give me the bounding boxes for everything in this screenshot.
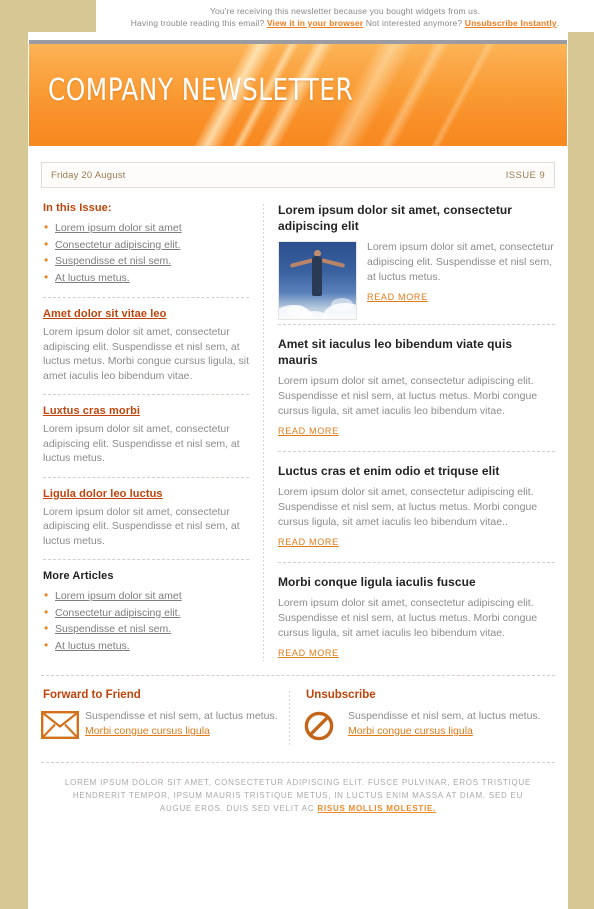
read-more-link[interactable]: READ MORE <box>278 648 339 658</box>
list-item[interactable]: Lorem ipsum dolor sit amet <box>43 587 251 605</box>
no-entry-icon[interactable] <box>304 709 348 746</box>
more-articles-list: Lorem ipsum dolor sit amet Consectetur a… <box>43 587 251 655</box>
sidebar-article: Amet dolor sit vitae leo Lorem ipsum dol… <box>41 308 251 383</box>
figure-body <box>312 256 322 296</box>
no-entry-icon-svg <box>304 711 334 741</box>
envelope-icon-svg <box>41 711 79 740</box>
article-thumbnail <box>278 241 357 320</box>
issue-date: Friday 20 August <box>51 169 126 181</box>
main-article-body: Lorem ipsum dolor sit amet, consectetur … <box>278 486 538 528</box>
forward-to-friend-block: Forward to Friend Suspendisse et nisl se… <box>41 689 289 746</box>
footer-actions: Forward to Friend Suspendisse et nisl se… <box>28 676 568 746</box>
datebar: Friday 20 August ISSUE 9 <box>41 162 555 188</box>
in-this-issue-link[interactable]: Consectetur adipiscing elit. <box>55 239 180 251</box>
main-article: Lorem ipsum dolor sit amet, consectetur … <box>278 202 555 320</box>
preheader-trouble-text: Having trouble reading this email? <box>130 18 265 28</box>
email-body: Company Newsletter Friday 20 August ISSU… <box>28 32 568 909</box>
issue-number: ISSUE 9 <box>505 169 545 181</box>
read-more-link[interactable]: READ MORE <box>367 292 428 302</box>
in-this-issue-link[interactable]: Suspendisse et nisl sem. <box>55 255 171 267</box>
more-articles-link[interactable]: Lorem ipsum dolor sit amet <box>55 590 182 602</box>
legal-text: LOREM IPSUM DOLOR SIT AMET, CONSECTETUR … <box>64 778 532 813</box>
list-item[interactable]: At luctus metus. <box>43 637 251 655</box>
sidebar-divider <box>43 394 249 395</box>
datebar-wrapper: Friday 20 August ISSUE 9 <box>28 146 568 188</box>
sidebar-column: In this Issue: Lorem ipsum dolor sit ame… <box>41 202 263 661</box>
main-article-title: Morbi conque ligula iaculis fuscue <box>278 575 476 589</box>
main-article: Morbi conque ligula iaculis fuscue Lorem… <box>278 574 555 661</box>
in-this-issue-link[interactable]: At luctus metus. <box>55 272 130 284</box>
read-more-link[interactable]: READ MORE <box>278 537 339 547</box>
main-article-title: Lorem ipsum dolor sit amet, consectetur … <box>278 203 512 233</box>
sidebar-divider <box>43 476 249 478</box>
list-item[interactable]: Consectetur adipiscing elit. <box>43 236 251 254</box>
main-article: Luctus cras et enim odio et triquse elit… <box>278 463 555 550</box>
unsubscribe-body: Suspendisse et nisl sem, at luctus metus… <box>348 710 541 722</box>
more-articles-link[interactable]: Suspendisse et nisl sem. <box>55 623 171 635</box>
main-article-body: Lorem ipsum dolor sit amet, consectetur … <box>278 597 538 639</box>
preheader-line-1: You're receiving this newsletter because… <box>210 6 480 16</box>
main-article: Amet sit iaculus leo bibendum viate quis… <box>278 336 555 439</box>
forward-to-friend-body: Suspendisse et nisl sem, at luctus metus… <box>85 710 278 722</box>
more-articles-link[interactable]: Consectetur adipiscing elit. <box>55 607 180 619</box>
main-article-title: Luctus cras et enim odio et triquse elit <box>278 464 500 478</box>
legal-link[interactable]: RISUS MOLLIS MOLESTIE. <box>317 804 436 813</box>
main-divider <box>278 562 555 563</box>
sidebar-article: Luxtus cras morbi Lorem ipsum dolor sit … <box>41 405 251 466</box>
read-more-link[interactable]: READ MORE <box>278 426 339 436</box>
footer-action-divider <box>289 691 290 746</box>
forward-to-friend-link[interactable]: Morbi congue cursus ligula <box>85 725 210 737</box>
main-divider <box>278 324 555 325</box>
list-item[interactable]: Suspendisse et nisl sem. <box>43 620 251 638</box>
unsubscribe-block: Unsubscribe Suspendisse et nisl sem, at … <box>304 689 552 746</box>
main-divider <box>278 451 555 452</box>
preheader: You're receiving this newsletter because… <box>96 0 594 32</box>
content-columns: In this Issue: Lorem ipsum dolor sit ame… <box>28 188 568 661</box>
main-article-title: Amet sit iaculus leo bibendum viate quis… <box>278 337 513 367</box>
sidebar-article: Ligula dolor leo luctus Lorem ipsum dolo… <box>41 488 251 549</box>
sidebar-divider <box>43 297 249 298</box>
main-column: Lorem ipsum dolor sit amet, consectetur … <box>264 202 555 661</box>
unsubscribe-text: Suspendisse et nisl sem, at luctus metus… <box>348 709 542 739</box>
view-in-browser-link[interactable]: View it in your browser <box>267 18 363 28</box>
envelope-icon[interactable] <box>41 709 85 744</box>
sidebar-article-body: Lorem ipsum dolor sit amet, consectetur … <box>43 423 240 464</box>
sidebar-article-body: Lorem ipsum dolor sit amet, consectetur … <box>43 505 240 547</box>
list-item[interactable]: Consectetur adipiscing elit. <box>43 604 251 622</box>
unsubscribe-link[interactable]: Morbi congue cursus ligula <box>348 725 473 737</box>
in-this-issue-title: In this Issue: <box>43 202 112 214</box>
forward-to-friend-text: Suspendisse et nisl sem, at luctus metus… <box>85 709 279 739</box>
more-articles-link[interactable]: At luctus metus. <box>55 640 130 652</box>
in-this-issue-list: Lorem ipsum dolor sit amet Consectetur a… <box>43 219 251 287</box>
list-item[interactable]: Lorem ipsum dolor sit amet <box>43 219 251 237</box>
sidebar-article-body: Lorem ipsum dolor sit amet, consectetur … <box>43 326 250 382</box>
main-article-body: Lorem ipsum dolor sit amet, consectetur … <box>278 375 538 417</box>
in-this-issue-link[interactable]: Lorem ipsum dolor sit amet <box>55 222 182 234</box>
preheader-notinterested-text: Not interested anymore? <box>365 18 463 28</box>
sidebar-article-title[interactable]: Luxtus cras morbi <box>43 405 251 417</box>
banner: Company Newsletter <box>29 44 567 146</box>
legal-footer: LOREM IPSUM DOLOR SIT AMET, CONSECTETUR … <box>28 763 568 815</box>
preheader-period: . <box>556 18 560 28</box>
sidebar-article-title[interactable]: Ligula dolor leo luctus <box>43 488 251 500</box>
newsletter-title: Company Newsletter <box>48 73 354 108</box>
list-item[interactable]: At luctus metus. <box>43 269 251 287</box>
sidebar-divider <box>43 559 249 560</box>
more-articles-title: More Articles <box>43 570 114 582</box>
list-item[interactable]: Suspendisse et nisl sem. <box>43 252 251 270</box>
preheader-line-2: Having trouble reading this email? View … <box>96 17 594 29</box>
figure-arm-right <box>320 258 346 268</box>
figure-arm-left <box>289 258 315 268</box>
unsubscribe-instantly-link[interactable]: Unsubscribe Instantly <box>465 18 557 28</box>
newsletter-page: You're receiving this newsletter because… <box>0 0 594 909</box>
unsubscribe-title: Unsubscribe <box>306 689 376 701</box>
sidebar-article-title[interactable]: Amet dolor sit vitae leo <box>43 308 251 320</box>
cloud <box>323 303 356 319</box>
forward-to-friend-title: Forward to Friend <box>43 689 141 701</box>
